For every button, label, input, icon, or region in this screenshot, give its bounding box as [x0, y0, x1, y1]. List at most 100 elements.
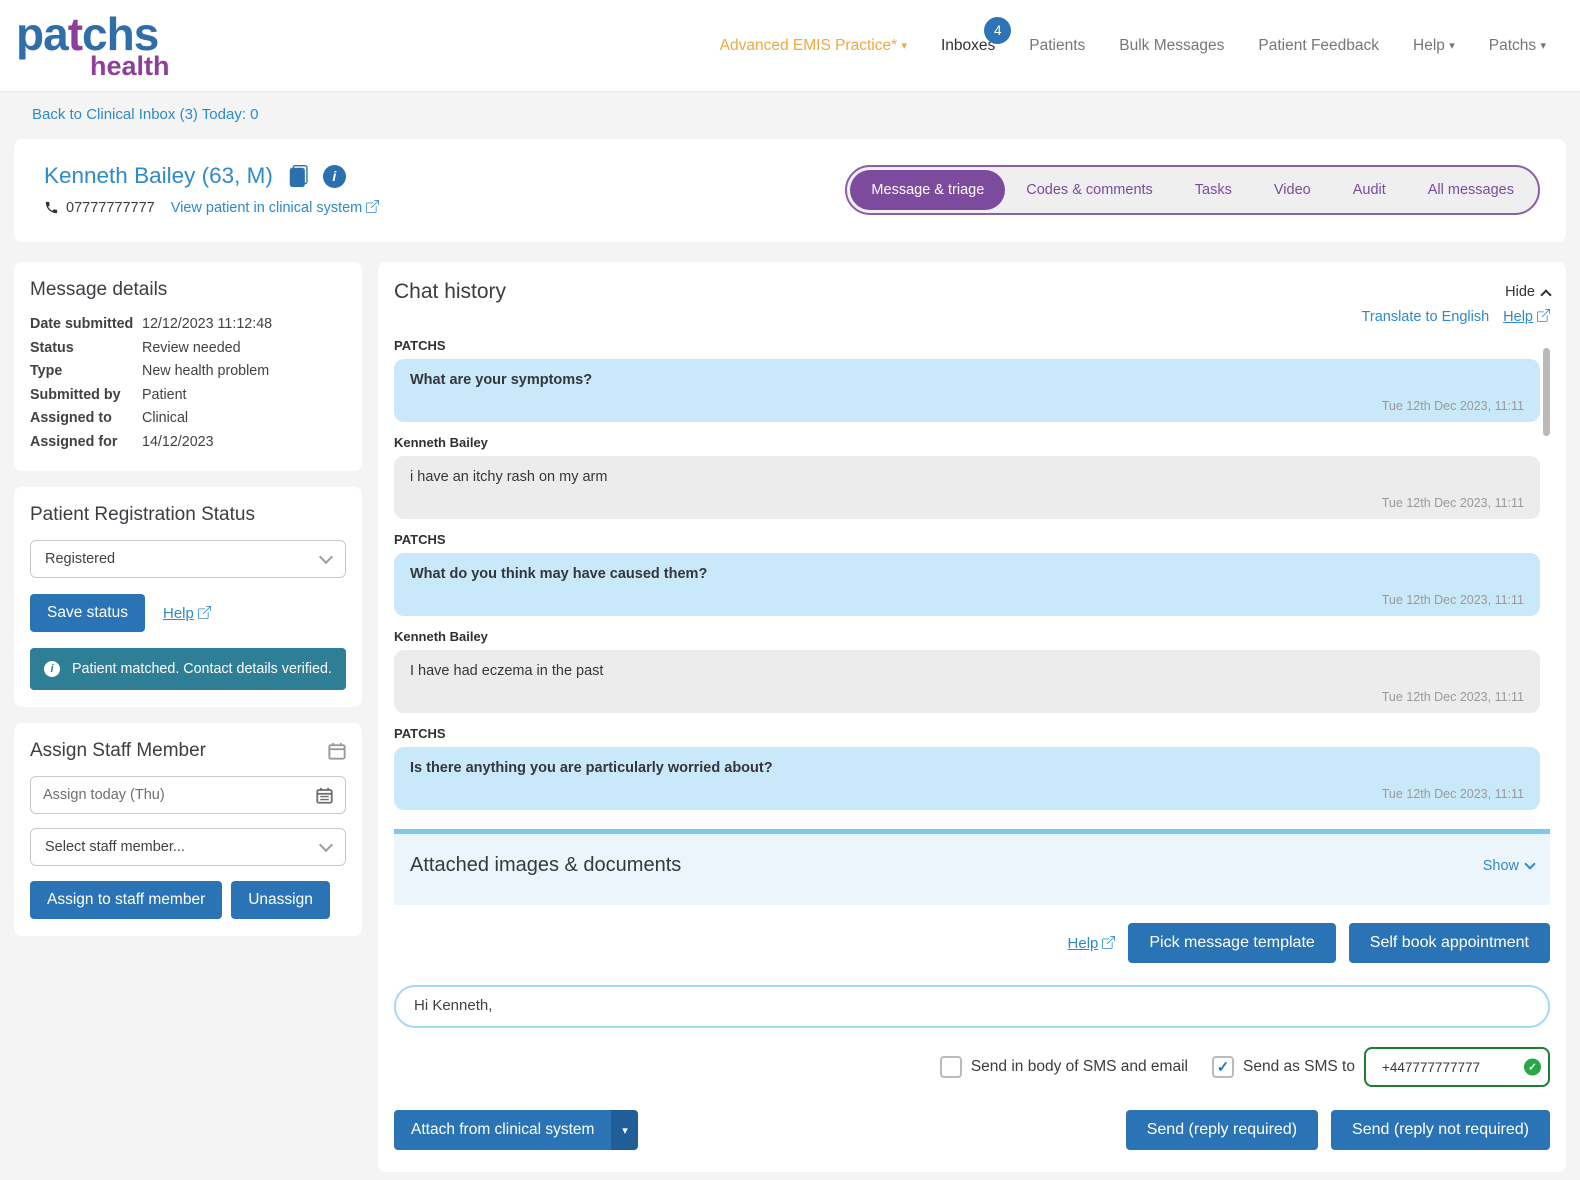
- patient-header-card: Kenneth Bailey (63, M) i 07777777777 Vie…: [14, 139, 1566, 242]
- chevron-down-icon: [319, 837, 333, 851]
- hide-chat-toggle[interactable]: Hide: [1505, 284, 1550, 300]
- self-book-button[interactable]: Self book appointment: [1349, 923, 1550, 963]
- nav-inboxes[interactable]: Inboxes4: [941, 37, 995, 55]
- send-reply-not-required-button[interactable]: Send (reply not required): [1331, 1110, 1550, 1150]
- nav-patient-feedback[interactable]: Patient Feedback: [1258, 37, 1379, 55]
- tab-tasks[interactable]: Tasks: [1174, 170, 1253, 210]
- nav-patchs-dropdown[interactable]: Patchs ▾: [1489, 37, 1546, 55]
- send-body-label: Send in body of SMS and email: [971, 1058, 1188, 1076]
- attached-title: Attached images & documents: [410, 854, 681, 877]
- attach-from-clinical-button[interactable]: Attach from clinical system: [394, 1110, 611, 1150]
- nav-patients[interactable]: Patients: [1029, 37, 1085, 55]
- tab-codes-comments[interactable]: Codes & comments: [1005, 170, 1174, 210]
- logo-word-health: health: [90, 53, 170, 80]
- patient-matched-banner: i Patient matched. Contact details verif…: [30, 648, 346, 690]
- registration-status-card: Patient Registration Status Registered S…: [14, 487, 362, 707]
- pick-template-button[interactable]: Pick message template: [1128, 923, 1335, 963]
- view-patient-link[interactable]: View patient in clinical system: [171, 200, 363, 216]
- chat-message: Kenneth Bailey i have an itchy rash on m…: [394, 435, 1540, 519]
- left-sidebar: Message details Date submitted12/12/2023…: [14, 262, 362, 936]
- tab-audit[interactable]: Audit: [1332, 170, 1407, 210]
- chat-help-link[interactable]: Help: [1503, 309, 1533, 325]
- external-link-icon: [1102, 936, 1115, 949]
- staff-member-select[interactable]: Select staff member...: [30, 828, 346, 866]
- valid-check-icon: ✓: [1524, 1059, 1541, 1076]
- back-to-inbox-link[interactable]: Back to Clinical Inbox (3) Today: 0: [32, 106, 259, 123]
- assign-title: Assign Staff Member: [30, 740, 206, 762]
- patient-tab-bar: Message & triage Codes & comments Tasks …: [845, 165, 1540, 215]
- top-navbar: patchs health Advanced EMIS Practice* ▾ …: [0, 0, 1580, 92]
- patient-phone: 07777777777: [44, 200, 155, 216]
- breadcrumb: Back to Clinical Inbox (3) Today: 0: [0, 92, 1580, 124]
- unassign-button[interactable]: Unassign: [231, 881, 330, 919]
- nav-practice-dropdown[interactable]: Advanced EMIS Practice* ▾: [720, 37, 907, 55]
- detail-row-date-submitted: Date submitted12/12/2023 11:12:48: [30, 313, 346, 337]
- phone-icon: [44, 200, 59, 215]
- registration-title: Patient Registration Status: [30, 504, 346, 526]
- send-body-checkbox[interactable]: ✓: [940, 1056, 962, 1078]
- compose-help-link[interactable]: Help: [1068, 935, 1099, 952]
- chevron-down-icon: ▾: [1449, 40, 1455, 52]
- save-status-button[interactable]: Save status: [30, 594, 145, 632]
- assign-staff-button[interactable]: Assign to staff member: [30, 881, 222, 919]
- show-attachments-toggle[interactable]: Show: [1483, 858, 1534, 874]
- patient-name[interactable]: Kenneth Bailey (63, M): [44, 163, 273, 189]
- message-triage-panel: Chat history Hide Translate to English H…: [378, 262, 1566, 1172]
- calendar-icon[interactable]: [316, 787, 333, 804]
- main-nav: Advanced EMIS Practice* ▾ Inboxes4 Patie…: [720, 37, 1546, 55]
- external-link-icon: [1537, 309, 1550, 322]
- copy-icon[interactable]: [287, 165, 309, 187]
- patient-identity: Kenneth Bailey (63, M) i 07777777777 Vie…: [44, 163, 379, 216]
- chat-history-title: Chat history: [394, 280, 506, 304]
- chevron-down-icon: [319, 549, 333, 563]
- chat-message: PATCHS What do you think may have caused…: [394, 532, 1540, 616]
- send-options-row: ✓ Send in body of SMS and email ✓ Send a…: [394, 1047, 1550, 1087]
- detail-row-assigned-to: Assigned toClinical: [30, 407, 346, 431]
- message-timestamp: Tue 12th Dec 2023, 11:11: [1382, 399, 1524, 413]
- detail-row-type: TypeNew health problem: [30, 360, 346, 384]
- message-timestamp: Tue 12th Dec 2023, 11:11: [1382, 496, 1524, 510]
- message-timestamp: Tue 12th Dec 2023, 11:11: [1382, 690, 1524, 704]
- calendar-icon[interactable]: [328, 742, 346, 760]
- message-compose-field[interactable]: Hi Kenneth,: [394, 985, 1550, 1028]
- chat-message: Kenneth Bailey I have had eczema in the …: [394, 629, 1540, 713]
- tab-all-messages[interactable]: All messages: [1407, 170, 1535, 210]
- tab-video[interactable]: Video: [1253, 170, 1332, 210]
- message-timestamp: Tue 12th Dec 2023, 11:11: [1382, 787, 1524, 801]
- external-link-icon: [366, 200, 379, 213]
- registration-help-link[interactable]: Help: [163, 605, 194, 622]
- nav-help-dropdown[interactable]: Help ▾: [1413, 37, 1455, 55]
- patchs-logo[interactable]: patchs health: [16, 11, 170, 80]
- translate-link[interactable]: Translate to English: [1362, 309, 1490, 325]
- send-sms-checkbox[interactable]: ✓: [1212, 1056, 1234, 1078]
- assign-date-input[interactable]: Assign today (Thu): [30, 776, 346, 814]
- send-sms-label: Send as SMS to: [1243, 1058, 1355, 1076]
- message-details-title: Message details: [30, 279, 346, 301]
- info-icon: i: [44, 661, 60, 677]
- tab-message-triage[interactable]: Message & triage: [850, 170, 1005, 210]
- detail-row-assigned-for: Assigned for14/12/2023: [30, 431, 346, 455]
- chat-message-list: PATCHS What are your symptoms? Tue 12th …: [394, 338, 1550, 810]
- message-compose-input[interactable]: Hi Kenneth,: [414, 997, 1530, 1016]
- chat-scrollbar[interactable]: [1543, 348, 1550, 436]
- detail-row-status: StatusReview needed: [30, 337, 346, 361]
- attach-split-button: Attach from clinical system ▾: [394, 1110, 638, 1150]
- chevron-down-icon: [1524, 858, 1535, 869]
- attached-documents-section: Attached images & documents Show: [394, 829, 1550, 905]
- assign-staff-card: Assign Staff Member Assign today (Thu) S…: [14, 723, 362, 936]
- info-icon[interactable]: i: [323, 165, 346, 188]
- detail-row-submitted-by: Submitted byPatient: [30, 384, 346, 408]
- registration-status-select[interactable]: Registered: [30, 540, 346, 578]
- sms-number-input[interactable]: [1364, 1047, 1550, 1087]
- chevron-up-icon: [1540, 289, 1551, 300]
- external-link-icon: [198, 606, 211, 619]
- message-details-card: Message details Date submitted12/12/2023…: [14, 262, 362, 471]
- chat-message: PATCHS Is there anything you are particu…: [394, 726, 1540, 810]
- chevron-down-icon: ▾: [901, 40, 907, 52]
- attach-dropdown-toggle[interactable]: ▾: [611, 1110, 638, 1150]
- send-reply-required-button[interactable]: Send (reply required): [1126, 1110, 1318, 1150]
- chat-message: PATCHS What are your symptoms? Tue 12th …: [394, 338, 1540, 422]
- message-timestamp: Tue 12th Dec 2023, 11:11: [1382, 593, 1524, 607]
- chevron-down-icon: ▾: [1540, 40, 1546, 52]
- nav-bulk-messages[interactable]: Bulk Messages: [1119, 37, 1224, 55]
